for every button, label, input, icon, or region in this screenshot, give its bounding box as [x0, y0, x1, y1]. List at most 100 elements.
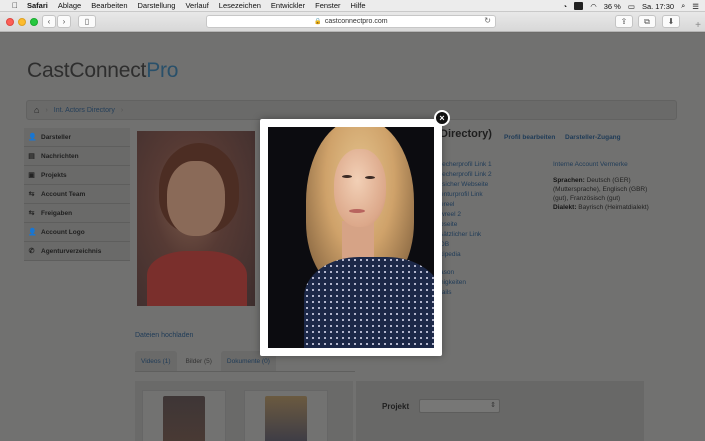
phone-icon: ✆	[28, 248, 35, 255]
menu-bearbeiten[interactable]: Bearbeiten	[91, 1, 127, 10]
edit-profile-link[interactable]: Profil bearbeiten	[504, 134, 555, 141]
select-arrows-icon: ⇕	[490, 402, 496, 409]
tabs-icon: ⧉	[644, 16, 650, 26]
sidebar-item-label: Darsteller	[41, 133, 71, 141]
share-icon: ⇆	[28, 210, 35, 217]
new-tab-icon[interactable]: +	[693, 21, 703, 31]
logo-text-accent: Pro	[146, 59, 179, 82]
menu-hilfe[interactable]: Hilfe	[351, 1, 366, 10]
gallery-thumbnail[interactable]	[142, 390, 226, 441]
address-bar[interactable]: 🔒 castconnectpro.com ↻	[206, 15, 496, 28]
menu-darstellung[interactable]: Darstellung	[138, 1, 176, 10]
project-panel	[356, 381, 644, 441]
profile-link[interactable]: ereel	[440, 200, 492, 210]
downloads-button[interactable]: ⬇	[662, 15, 680, 28]
profile-photo[interactable]	[137, 131, 255, 306]
menu-lesezeichen[interactable]: Lesezeichen	[219, 1, 261, 10]
chevron-left-icon: ‹	[47, 17, 51, 26]
sidebar-toggle-button[interactable]: ▯	[78, 15, 96, 28]
sidebar-item-label: Nachrichten	[41, 152, 79, 160]
evernote-icon[interactable]	[574, 2, 584, 10]
apple-menu-icon[interactable]: 	[12, 1, 18, 10]
chevron-right-icon: ›	[62, 17, 66, 26]
menu-safari[interactable]: Safari	[27, 1, 48, 10]
wifi-icon[interactable]: ◠	[590, 2, 597, 11]
sidebar-item-nachrichten[interactable]: ▤ Nachrichten	[24, 147, 130, 166]
dialect-label: Dialekt:	[553, 204, 577, 211]
sidebar-icon: ▯	[84, 17, 90, 26]
share-icon: ⇪	[620, 17, 628, 26]
share-button[interactable]: ⇪	[615, 15, 633, 28]
internal-notes-link[interactable]: Interne Account Vermerke	[553, 160, 663, 169]
menu-ablage[interactable]: Ablage	[58, 1, 81, 10]
back-button[interactable]: ‹	[42, 15, 56, 28]
sidebar-item-account-team[interactable]: ⇆ Account Team	[24, 185, 130, 204]
url-text: castconnectpro.com	[324, 18, 388, 25]
languages-label: Sprachen:	[553, 177, 585, 184]
minimize-window-button[interactable]	[18, 18, 26, 26]
fullscreen-window-button[interactable]	[30, 18, 38, 26]
tab-videos[interactable]: Videos (1)	[135, 351, 177, 371]
profile-info: Interne Account Vermerke Sprachen: Deuts…	[553, 160, 663, 212]
breadcrumb-item[interactable]: Int. Actors Directory	[54, 107, 115, 114]
profile-link[interactable]: sätzlicher Link	[440, 230, 492, 240]
reload-icon[interactable]: ↻	[484, 16, 491, 25]
inbox-icon: ▤	[28, 153, 35, 160]
upload-files-link[interactable]: Dateien hochladen	[135, 332, 193, 339]
share-icon: ⇆	[28, 191, 35, 198]
site-logo[interactable]: CastConnectPro	[27, 59, 178, 83]
profile-link[interactable]: rsicher Webseite	[440, 180, 492, 190]
profile-link[interactable]: tails	[440, 288, 492, 298]
profile-link[interactable]: DB	[440, 240, 492, 250]
profile-link[interactable]: kipedia	[440, 250, 492, 260]
battery-icon[interactable]: ▭	[628, 2, 635, 11]
breadcrumb-separator: ›	[45, 106, 48, 114]
media-tabs: Videos (1) Bilder (5) Dokumente (0)	[135, 351, 276, 371]
lightbox-close-button[interactable]: ×	[434, 110, 450, 126]
sidebar-item-account-logo[interactable]: 👤 Account Logo	[24, 223, 130, 242]
sidebar-item-label: Projekts	[41, 171, 67, 179]
close-icon: ×	[439, 112, 445, 123]
spotlight-icon[interactable]: ⌕	[681, 1, 685, 11]
menu-verlauf[interactable]: Verlauf	[185, 1, 208, 10]
project-select[interactable]: ⇕	[419, 399, 500, 413]
dialect-value: Bayrisch (Heimatdialekt)	[578, 204, 649, 211]
lock-icon: 🔒	[314, 19, 322, 25]
sync-icon[interactable]: ◔	[563, 2, 568, 11]
sidebar-item-projekts[interactable]: ▣ Projekts	[24, 166, 130, 185]
folder-icon: ▣	[28, 172, 35, 179]
sidebar-item-freigaben[interactable]: ⇆ Freigaben	[24, 204, 130, 223]
sidebar-item-label: Agenturverzeichnis	[41, 247, 102, 255]
clock[interactable]: Sa. 17:30	[642, 2, 674, 11]
profile-link[interactable]: nigkeiten	[440, 278, 492, 288]
profile-link[interactable]: recherprofil Link 1	[440, 160, 492, 170]
menu-entwickler[interactable]: Entwickler	[271, 1, 305, 10]
forward-button[interactable]: ›	[57, 15, 71, 28]
dialect-row: Dialekt: Bayrisch (Heimatdialekt)	[553, 203, 663, 212]
sidebar-item-label: Account Team	[41, 190, 86, 198]
tab-bilder[interactable]: Bilder (5)	[179, 351, 218, 371]
profile-link[interactable]: recherprofil Link 2	[440, 170, 492, 180]
sidebar-item-darsteller[interactable]: 👤 Darsteller	[24, 128, 130, 147]
download-icon: ⬇	[667, 17, 675, 26]
tabs-divider	[135, 371, 355, 372]
profile-link[interactable]: wreel 2	[440, 210, 492, 220]
profile-link[interactable]: ason	[440, 268, 492, 278]
user-icon: 👤	[28, 229, 37, 236]
menu-fenster[interactable]: Fenster	[315, 1, 340, 10]
profile-link[interactable]: bseite	[440, 220, 492, 230]
profile-link[interactable]: enturprofil Link	[440, 190, 492, 200]
logo-text-main: CastConnect	[27, 59, 147, 82]
image-lightbox	[260, 119, 442, 356]
notification-center-icon[interactable]: ☰	[692, 2, 699, 11]
sidebar-item-agenturverzeichnis[interactable]: ✆ Agenturverzeichnis	[24, 242, 130, 261]
menubar-status-area: ◔ ◠ 36 % ▭ Sa. 17:30 ⌕ ☰	[563, 0, 699, 12]
actor-access-link[interactable]: Darsteller-Zugang	[565, 134, 621, 141]
home-icon[interactable]: ⌂	[34, 105, 39, 115]
sidebar-nav: 👤 Darsteller ▤ Nachrichten ▣ Projekts ⇆ Acco…	[24, 128, 130, 261]
tabs-overview-button[interactable]: ⧉	[638, 15, 656, 28]
breadcrumb-separator: ›	[120, 106, 124, 114]
gallery-thumbnail[interactable]	[244, 390, 328, 441]
battery-percent[interactable]: 36 %	[604, 2, 621, 11]
close-window-button[interactable]	[6, 18, 14, 26]
